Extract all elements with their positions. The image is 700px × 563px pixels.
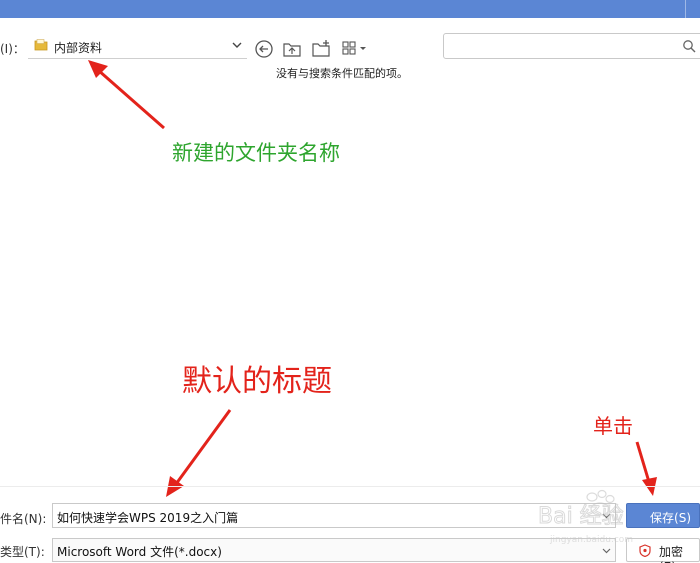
location-combo[interactable]: 内部资料 xyxy=(28,35,247,59)
search-icon[interactable] xyxy=(682,39,696,53)
new-folder-button[interactable] xyxy=(310,38,332,60)
filename-value[interactable]: 如何快速学会WPS 2019之入门篇 xyxy=(57,509,238,526)
back-button[interactable] xyxy=(253,38,275,60)
filetype-select[interactable]: Microsoft Word 文件(*.docx) xyxy=(52,538,616,562)
filetype-value: Microsoft Word 文件(*.docx) xyxy=(57,545,222,559)
watermark-text: Bai 经验 xyxy=(538,504,624,529)
empty-results-message: 没有与搜索条件匹配的项。 xyxy=(276,67,408,80)
grid-view-icon xyxy=(342,41,366,55)
baidu-jingyan-watermark: Bai 经验 jingyan.baidu.com xyxy=(538,489,633,545)
location-folder-name: 内部资料 xyxy=(54,41,103,55)
up-folder-button[interactable] xyxy=(281,38,303,60)
filetype-label: 类型(T): xyxy=(0,545,45,559)
up-folder-icon xyxy=(283,43,301,57)
search-input[interactable] xyxy=(448,35,678,57)
filename-label: 件名(N): xyxy=(0,512,47,526)
annotation-folder-name: 新建的文件夹名称 xyxy=(172,141,340,165)
filename-field[interactable]: 如何快速学会WPS 2019之入门篇 xyxy=(52,503,616,528)
chevron-down-icon[interactable] xyxy=(231,39,243,51)
annotation-default-title: 默认的标题 xyxy=(182,364,332,399)
arrow-to-folder xyxy=(88,60,165,130)
back-circle-icon xyxy=(255,40,273,58)
watermark-subtext: jingyan.baidu.com xyxy=(549,535,633,545)
titlebar-edge xyxy=(685,0,686,18)
new-folder-icon xyxy=(312,40,330,57)
location-label: (I)： xyxy=(0,42,25,56)
annotation-arrows xyxy=(88,60,657,497)
annotation-click: 单击 xyxy=(593,414,633,438)
view-menu-button[interactable] xyxy=(340,38,370,60)
search-box[interactable] xyxy=(443,33,700,59)
window-titlebar xyxy=(0,0,700,18)
folder-icon xyxy=(34,39,48,51)
arrow-to-filename xyxy=(166,409,232,497)
